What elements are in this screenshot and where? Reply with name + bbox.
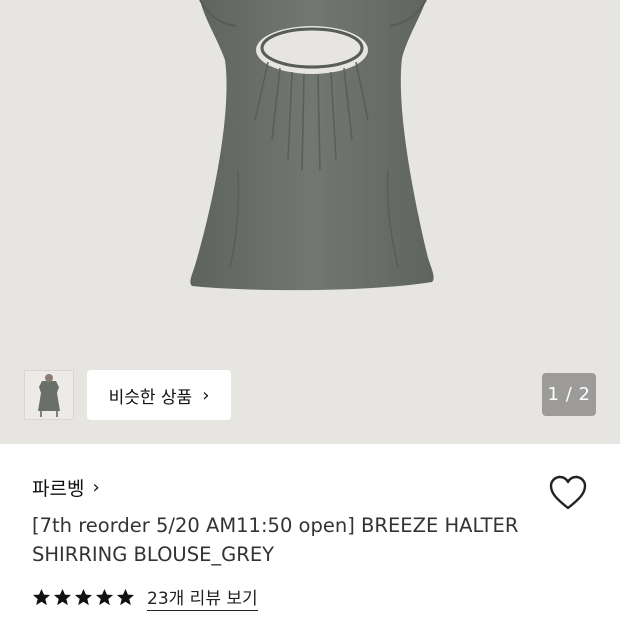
star-icon xyxy=(116,588,135,606)
star-icon xyxy=(74,588,93,606)
similar-products-button[interactable]: 비슷한 상품 › xyxy=(87,370,231,420)
product-image-gallery[interactable]: 비슷한 상품 › 1 / 2 xyxy=(0,0,620,444)
star-icon xyxy=(32,588,51,606)
brand-link[interactable]: 파르벵 › xyxy=(32,474,100,501)
chevron-right-icon: › xyxy=(202,384,210,406)
heart-outline-icon[interactable] xyxy=(548,474,588,512)
star-icon xyxy=(53,588,72,606)
chevron-right-icon: › xyxy=(92,477,100,498)
star-rating xyxy=(32,588,135,607)
product-title: [7th reorder 5/20 AM11:50 open] BREEZE H… xyxy=(32,514,519,566)
similar-products-label: 비슷한 상품 xyxy=(108,387,193,408)
image-counter: 1 / 2 xyxy=(542,373,596,416)
view-reviews-link[interactable]: 23개 리뷰 보기 xyxy=(147,584,258,611)
brand-name: 파르벵 xyxy=(32,478,85,500)
rating-row: 23개 리뷰 보기 xyxy=(32,584,258,611)
gallery-thumbnail[interactable] xyxy=(24,370,74,420)
thumbnail-image xyxy=(38,374,60,417)
star-icon xyxy=(95,588,114,606)
